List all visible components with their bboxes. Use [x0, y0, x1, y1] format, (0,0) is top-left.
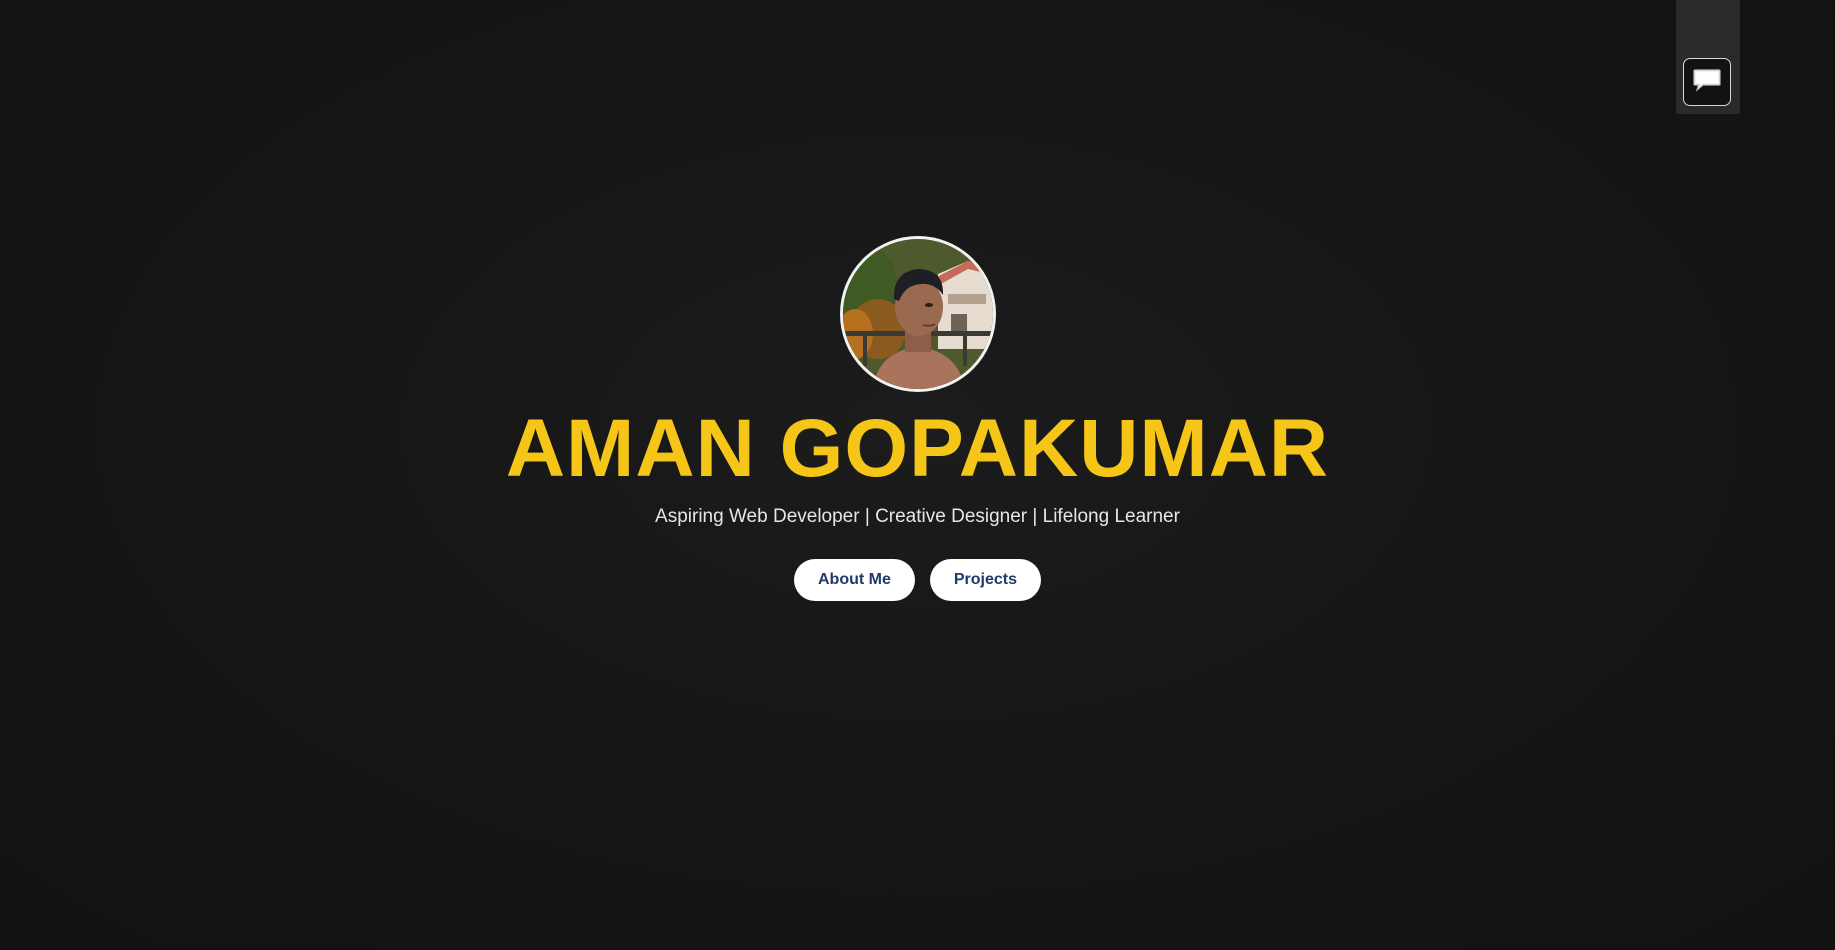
avatar [839, 236, 996, 392]
chat-dock [1676, 0, 1740, 114]
about-me-button[interactable]: About Me [793, 559, 915, 601]
page: AMAN GOPAKUMAR Aspiring Web Developer | … [0, 0, 1835, 950]
chat-button[interactable] [1683, 58, 1731, 106]
profile-photo [842, 239, 993, 389]
page-title: AMAN GOPAKUMAR [505, 403, 1330, 494]
tagline: Aspiring Web Developer | Creative Design… [655, 506, 1180, 527]
speech-bubble-icon [1692, 67, 1722, 98]
projects-button[interactable]: Projects [929, 559, 1041, 601]
hero-section: AMAN GOPAKUMAR Aspiring Web Developer | … [0, 236, 1835, 601]
hero-actions: About Me Projects [793, 559, 1041, 601]
